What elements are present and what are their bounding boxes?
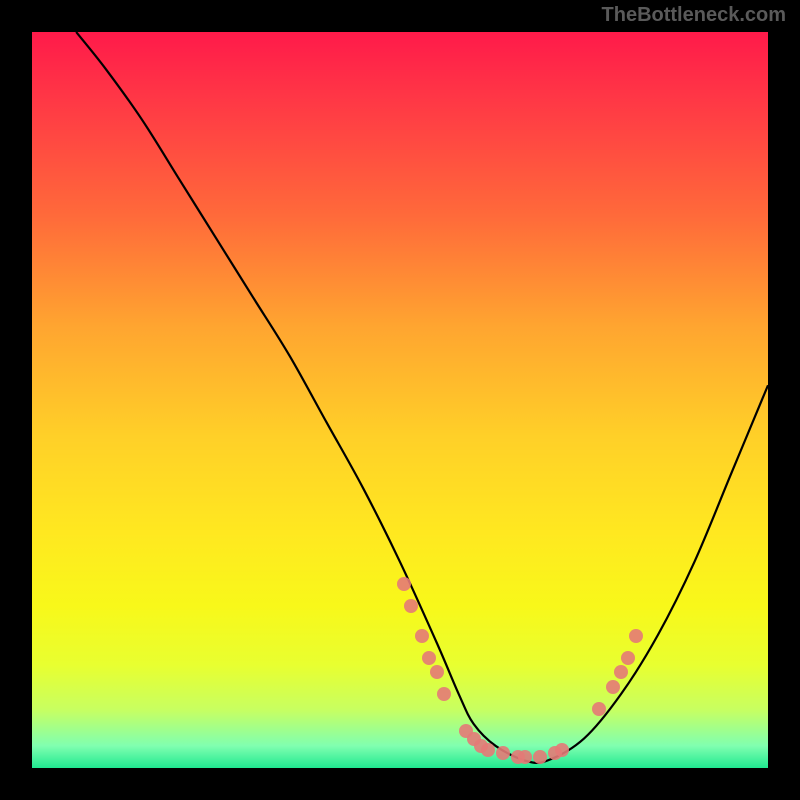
data-point (533, 750, 547, 764)
data-point (430, 665, 444, 679)
plot-area (32, 32, 768, 768)
data-point (629, 629, 643, 643)
data-point (592, 702, 606, 716)
watermark-text: TheBottleneck.com (602, 4, 786, 27)
data-point (404, 599, 418, 613)
data-point (422, 651, 436, 665)
data-point (397, 577, 411, 591)
data-point (437, 687, 451, 701)
data-point (621, 651, 635, 665)
data-point (518, 750, 532, 764)
data-point (614, 665, 628, 679)
data-point (415, 629, 429, 643)
data-point (481, 743, 495, 757)
bottleneck-curve (76, 32, 768, 763)
data-point (555, 743, 569, 757)
data-point (606, 680, 620, 694)
data-point (496, 746, 510, 760)
curve-layer (32, 32, 768, 768)
